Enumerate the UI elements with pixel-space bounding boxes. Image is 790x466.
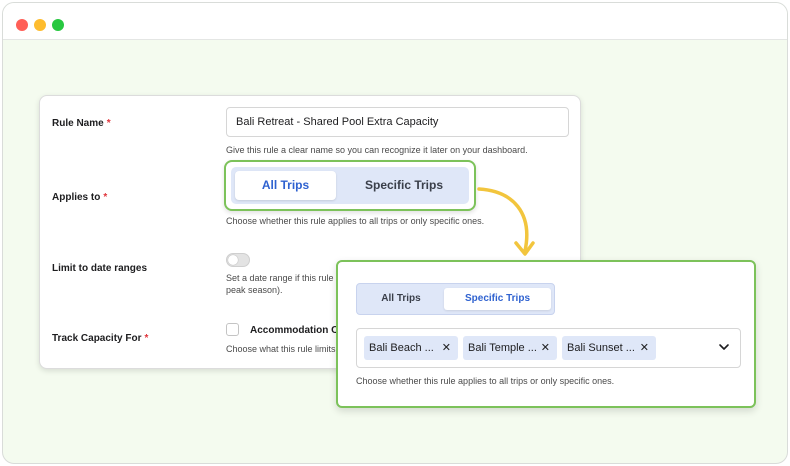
required-mark: * xyxy=(144,333,149,344)
popup-help-text: Choose whether this rule applies to all … xyxy=(356,376,615,386)
required-mark: * xyxy=(103,192,108,203)
applies-to-segmented-control: All Trips Specific Trips xyxy=(231,167,469,204)
popup-all-trips-option[interactable]: All Trips xyxy=(361,288,441,310)
rule-name-label-text: Rule Name xyxy=(52,118,104,129)
toggle-knob xyxy=(228,255,238,265)
close-icon[interactable]: ✕ xyxy=(541,336,550,360)
rule-name-input[interactable] xyxy=(226,107,569,137)
trip-chip-label: Bali Temple ... xyxy=(468,342,537,354)
trip-chip: Bali Temple ... ✕ xyxy=(463,336,557,360)
minimize-window-dot[interactable] xyxy=(34,19,46,31)
curved-arrow-icon xyxy=(477,187,535,256)
popup-specific-trips-option[interactable]: Specific Trips xyxy=(444,288,551,310)
specific-trips-popup: All Trips Specific Trips Bali Beach ... … xyxy=(336,260,756,408)
rule-name-label: Rule Name * xyxy=(52,118,111,129)
trips-multiselect[interactable]: Bali Beach ... ✕ Bali Temple ... ✕ Bali … xyxy=(356,328,741,368)
applies-to-label-text: Applies to xyxy=(52,192,101,203)
specific-trips-option[interactable]: Specific Trips xyxy=(342,171,466,200)
close-window-dot[interactable] xyxy=(16,19,28,31)
track-capacity-label: Track Capacity For * xyxy=(52,333,148,344)
trip-chip-label: Bali Sunset ... xyxy=(567,342,635,354)
rule-name-help: Give this rule a clear name so you can r… xyxy=(226,145,528,155)
window-titlebar xyxy=(3,3,787,40)
applies-to-help: Choose whether this rule applies to all … xyxy=(226,216,485,226)
maximize-window-dot[interactable] xyxy=(52,19,64,31)
trip-chip-label: Bali Beach ... xyxy=(369,342,434,354)
browser-window: Rule Name* Give this rule a clear name s… xyxy=(2,2,788,464)
trip-chip: Bali Beach ... ✕ xyxy=(364,336,458,360)
applies-to-segmented-highlight: All Trips Specific Trips xyxy=(224,160,476,211)
date-ranges-help-line-2: peak season). xyxy=(226,285,283,295)
accommodation-option-label: Accommodation Op xyxy=(250,325,346,336)
close-icon[interactable]: ✕ xyxy=(442,336,451,360)
date-ranges-toggle[interactable] xyxy=(226,253,250,267)
date-ranges-help-line-1: Set a date range if this rule xyxy=(226,273,334,283)
close-icon[interactable]: ✕ xyxy=(640,336,649,360)
popup-segmented-control: All Trips Specific Trips xyxy=(356,283,555,315)
track-capacity-label-text: Track Capacity For xyxy=(52,333,142,344)
trip-chip: Bali Sunset ... ✕ xyxy=(562,336,656,360)
date-ranges-help: Set a date range if this rule peak seaso… xyxy=(226,272,334,296)
date-ranges-label: Limit to date ranges xyxy=(52,263,148,274)
applies-to-label: Applies to * xyxy=(52,192,107,203)
accommodation-checkbox[interactable] xyxy=(226,323,239,336)
all-trips-option[interactable]: All Trips xyxy=(235,171,336,200)
required-mark: * xyxy=(106,118,111,129)
track-capacity-help: Choose what this rule limits xyxy=(226,344,336,354)
chevron-down-icon[interactable] xyxy=(718,342,730,352)
